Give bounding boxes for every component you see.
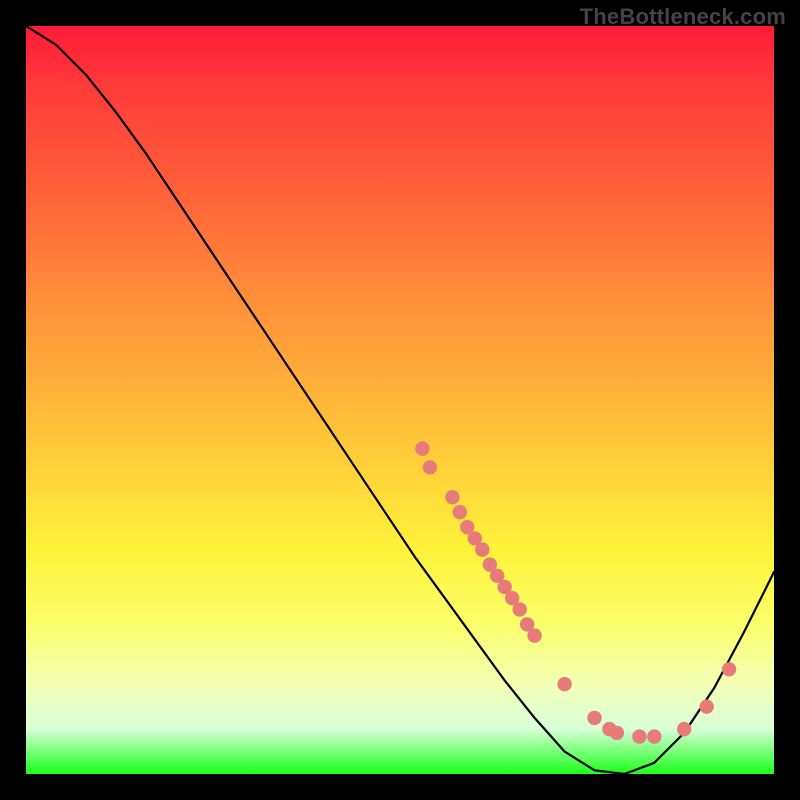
data-point: [453, 505, 467, 519]
data-point: [557, 677, 571, 691]
data-point: [445, 490, 459, 504]
data-point: [513, 602, 527, 616]
bottleneck-curve: [26, 26, 774, 774]
data-points: [415, 441, 736, 743]
plot-area: [26, 26, 774, 774]
data-point: [415, 441, 429, 455]
data-point: [527, 628, 541, 642]
data-point: [423, 460, 437, 474]
chart-frame: TheBottleneck.com: [0, 0, 800, 800]
data-point: [587, 711, 601, 725]
data-point: [722, 662, 736, 676]
chart-svg: [26, 26, 774, 774]
data-point: [475, 542, 489, 556]
data-point: [677, 722, 691, 736]
data-point: [632, 729, 646, 743]
data-point: [610, 726, 624, 740]
data-point: [700, 700, 714, 714]
data-point: [647, 729, 661, 743]
